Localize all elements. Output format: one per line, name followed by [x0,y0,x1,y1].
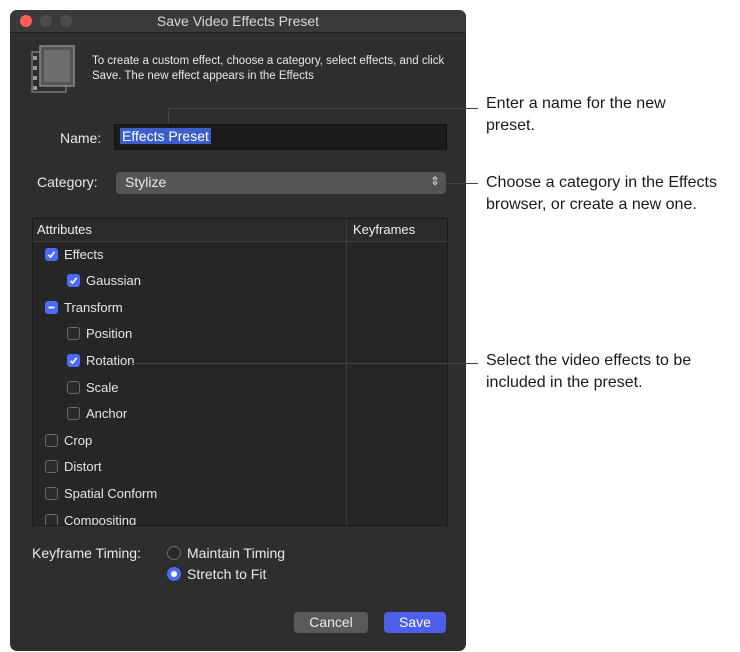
table-row[interactable]: Effects [45,241,104,267]
table-row[interactable]: Distort [45,454,102,480]
radio-button-icon [167,546,181,560]
callout-leader-effects [132,363,478,364]
row-label: Effects [64,246,104,262]
row-label: Scale [86,379,119,395]
checkbox-icon[interactable] [67,327,80,341]
table-row[interactable]: Anchor [67,401,127,427]
radio-stretch-to-fit[interactable]: Stretch to Fit [167,566,266,582]
attributes-table: Attributes Keyframes Effects Gaussian Tran… [32,218,448,526]
mixed-checkbox-icon[interactable] [45,300,58,314]
callout-category: Choose a category in the Effects browser… [486,174,717,213]
title-bar: Save Video Effects Preset [10,10,466,33]
table-row[interactable]: Spatial Conform [45,480,157,506]
row-label: Spatial Conform [64,485,158,501]
table-row[interactable]: Gaussian [67,268,141,294]
callout-leader-category [446,183,478,184]
updown-chevron-icon: ⇕ [429,174,440,188]
attributes-column-header[interactable]: Attributes [37,222,92,237]
radio-label: Maintain Timing [187,545,286,561]
table-row[interactable]: Scale [67,374,119,400]
save-button[interactable]: Save [384,612,446,633]
name-label: Name: [60,130,102,146]
save-preset-dialog: Save Video Effects Preset To create a cu… [10,10,466,651]
row-label: Transform [64,299,123,315]
checkbox-icon[interactable] [45,486,58,500]
row-label: Rotation [86,352,135,368]
table-row[interactable]: Transform [45,294,123,320]
film-strip-icon [31,45,75,93]
checkbox-icon[interactable] [67,380,80,394]
keyframes-column-header[interactable]: Keyframes [353,222,415,237]
dialog-title: Save Video Effects Preset [156,13,320,29]
table-row[interactable]: Crop [45,427,92,453]
checked-checkbox-icon[interactable] [45,247,58,261]
row-label: Distort [64,459,102,475]
column-divider [346,219,347,525]
row-label: Gaussian [86,273,141,289]
checked-checkbox-icon[interactable] [67,353,80,367]
radio-button-icon [167,567,181,581]
checkbox-icon[interactable] [45,513,58,525]
callout-leader-name-vertical [168,108,169,124]
callout-name: Enter a name for the new preset. [486,95,666,134]
radio-maintain-timing[interactable]: Maintain Timing [167,545,285,561]
table-header: Attributes Keyframes [33,219,447,242]
row-label: Position [86,326,133,342]
checkbox-icon[interactable] [45,460,58,474]
row-label: Compositing [64,512,137,526]
name-field-value: Effects Preset [120,128,211,144]
callout-leader-name [168,108,478,109]
name-field[interactable]: Effects Preset [114,124,447,150]
category-popup-value: Stylize [125,174,167,190]
keyframe-timing-label: Keyframe Timing: [32,545,141,561]
callout-effects: Select the video effects to be included … [486,352,692,391]
cancel-button[interactable]: Cancel [294,612,368,633]
table-row[interactable]: Compositing [45,507,137,526]
category-label: Category: [37,174,98,190]
checked-checkbox-icon[interactable] [67,274,80,288]
intro-text: To create a custom effect, choose a cate… [92,55,445,82]
checkbox-icon[interactable] [45,433,58,447]
category-popup[interactable]: Stylize ⇕ [116,172,446,194]
radio-label: Stretch to Fit [187,566,267,582]
table-row[interactable]: Position [67,321,132,347]
table-row[interactable]: Rotation [67,347,134,373]
row-label: Crop [64,432,93,448]
row-label: Anchor [86,406,128,422]
checkbox-icon[interactable] [67,407,80,421]
